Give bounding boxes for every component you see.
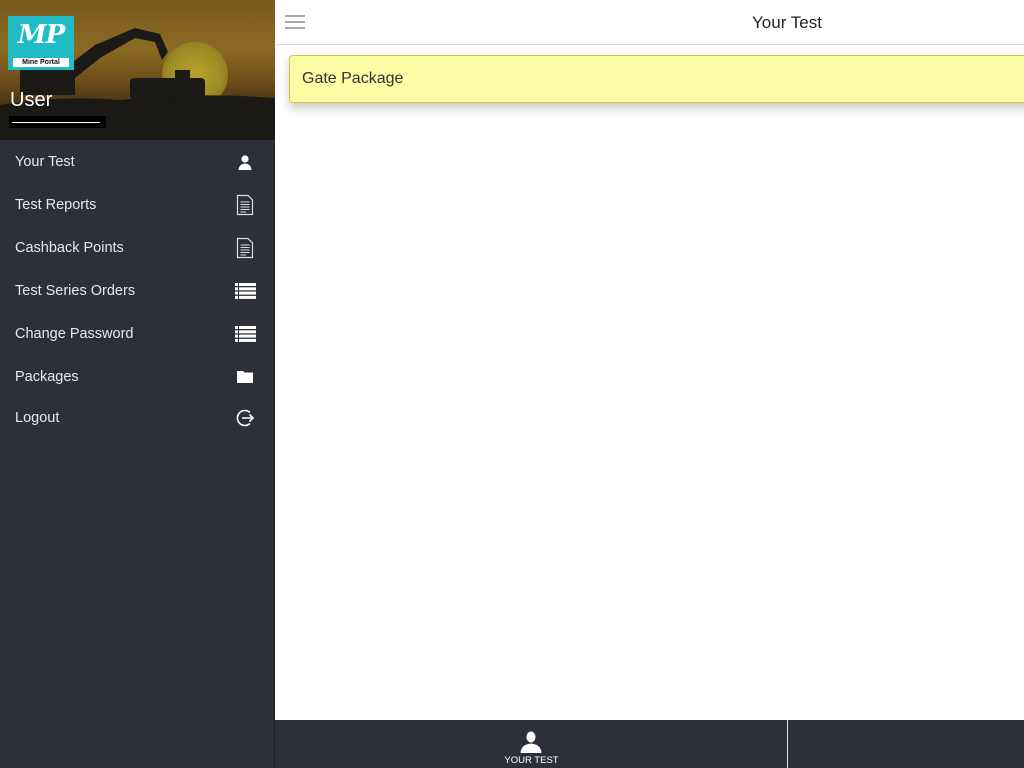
sidebar-item-label: Logout: [15, 410, 60, 426]
bottom-tab-label: YOUR TEST: [504, 755, 559, 766]
bottom-tab-empty: [788, 720, 1024, 768]
sidebar-item-packages[interactable]: Packages: [0, 355, 274, 398]
user-icon: [234, 151, 256, 173]
mine-portal-logo: MP Mine Portal: [8, 16, 74, 70]
logo-subtitle: Mine Portal: [13, 58, 69, 67]
sidebar-item-logout[interactable]: Logout: [0, 398, 274, 438]
document-icon: [234, 194, 256, 216]
user-email-redacted: [9, 116, 106, 128]
list-icon: [234, 323, 256, 345]
sidebar-item-label: Test Series Orders: [15, 282, 136, 299]
sidebar-item-label: Your Test: [15, 153, 75, 170]
user-name: User: [10, 89, 53, 111]
package-card-label: Gate Package: [302, 70, 404, 87]
sidebar-item-test-reports[interactable]: Test Reports: [0, 183, 274, 226]
sidebar-item-test-series-orders[interactable]: Test Series Orders: [0, 269, 274, 312]
hamburger-icon[interactable]: [285, 15, 305, 30]
sidebar-item-cashback-points[interactable]: Cashback Points: [0, 226, 274, 269]
sidebar-item-label: Test Reports: [15, 196, 97, 213]
sidebar-menu: Your Test Test Reports Cashback Points T…: [0, 140, 274, 438]
page-title: Your Test: [752, 13, 822, 32]
top-bar: Your Test: [275, 0, 1024, 45]
document-icon: [234, 237, 256, 259]
bottom-nav: YOUR TEST: [275, 720, 1024, 768]
folder-icon: [234, 366, 256, 388]
list-icon: [234, 280, 256, 302]
bottom-tab-your-test[interactable]: YOUR TEST: [275, 720, 788, 768]
sidebar-item-label: Packages: [15, 368, 79, 385]
sidebar-item-your-test[interactable]: Your Test: [0, 140, 274, 183]
package-card[interactable]: Gate Package: [289, 55, 1024, 103]
logo-mark: MP: [17, 20, 65, 50]
sidebar: MP Mine Portal User Your Test Test Repor…: [0, 0, 275, 768]
sidebar-item-label: Change Password: [15, 325, 134, 342]
logout-icon: [234, 407, 256, 429]
sidebar-item-change-password[interactable]: Change Password: [0, 312, 274, 355]
user-icon: [519, 731, 543, 758]
profile-header: MP Mine Portal User: [0, 0, 275, 140]
sidebar-item-label: Cashback Points: [15, 239, 124, 256]
